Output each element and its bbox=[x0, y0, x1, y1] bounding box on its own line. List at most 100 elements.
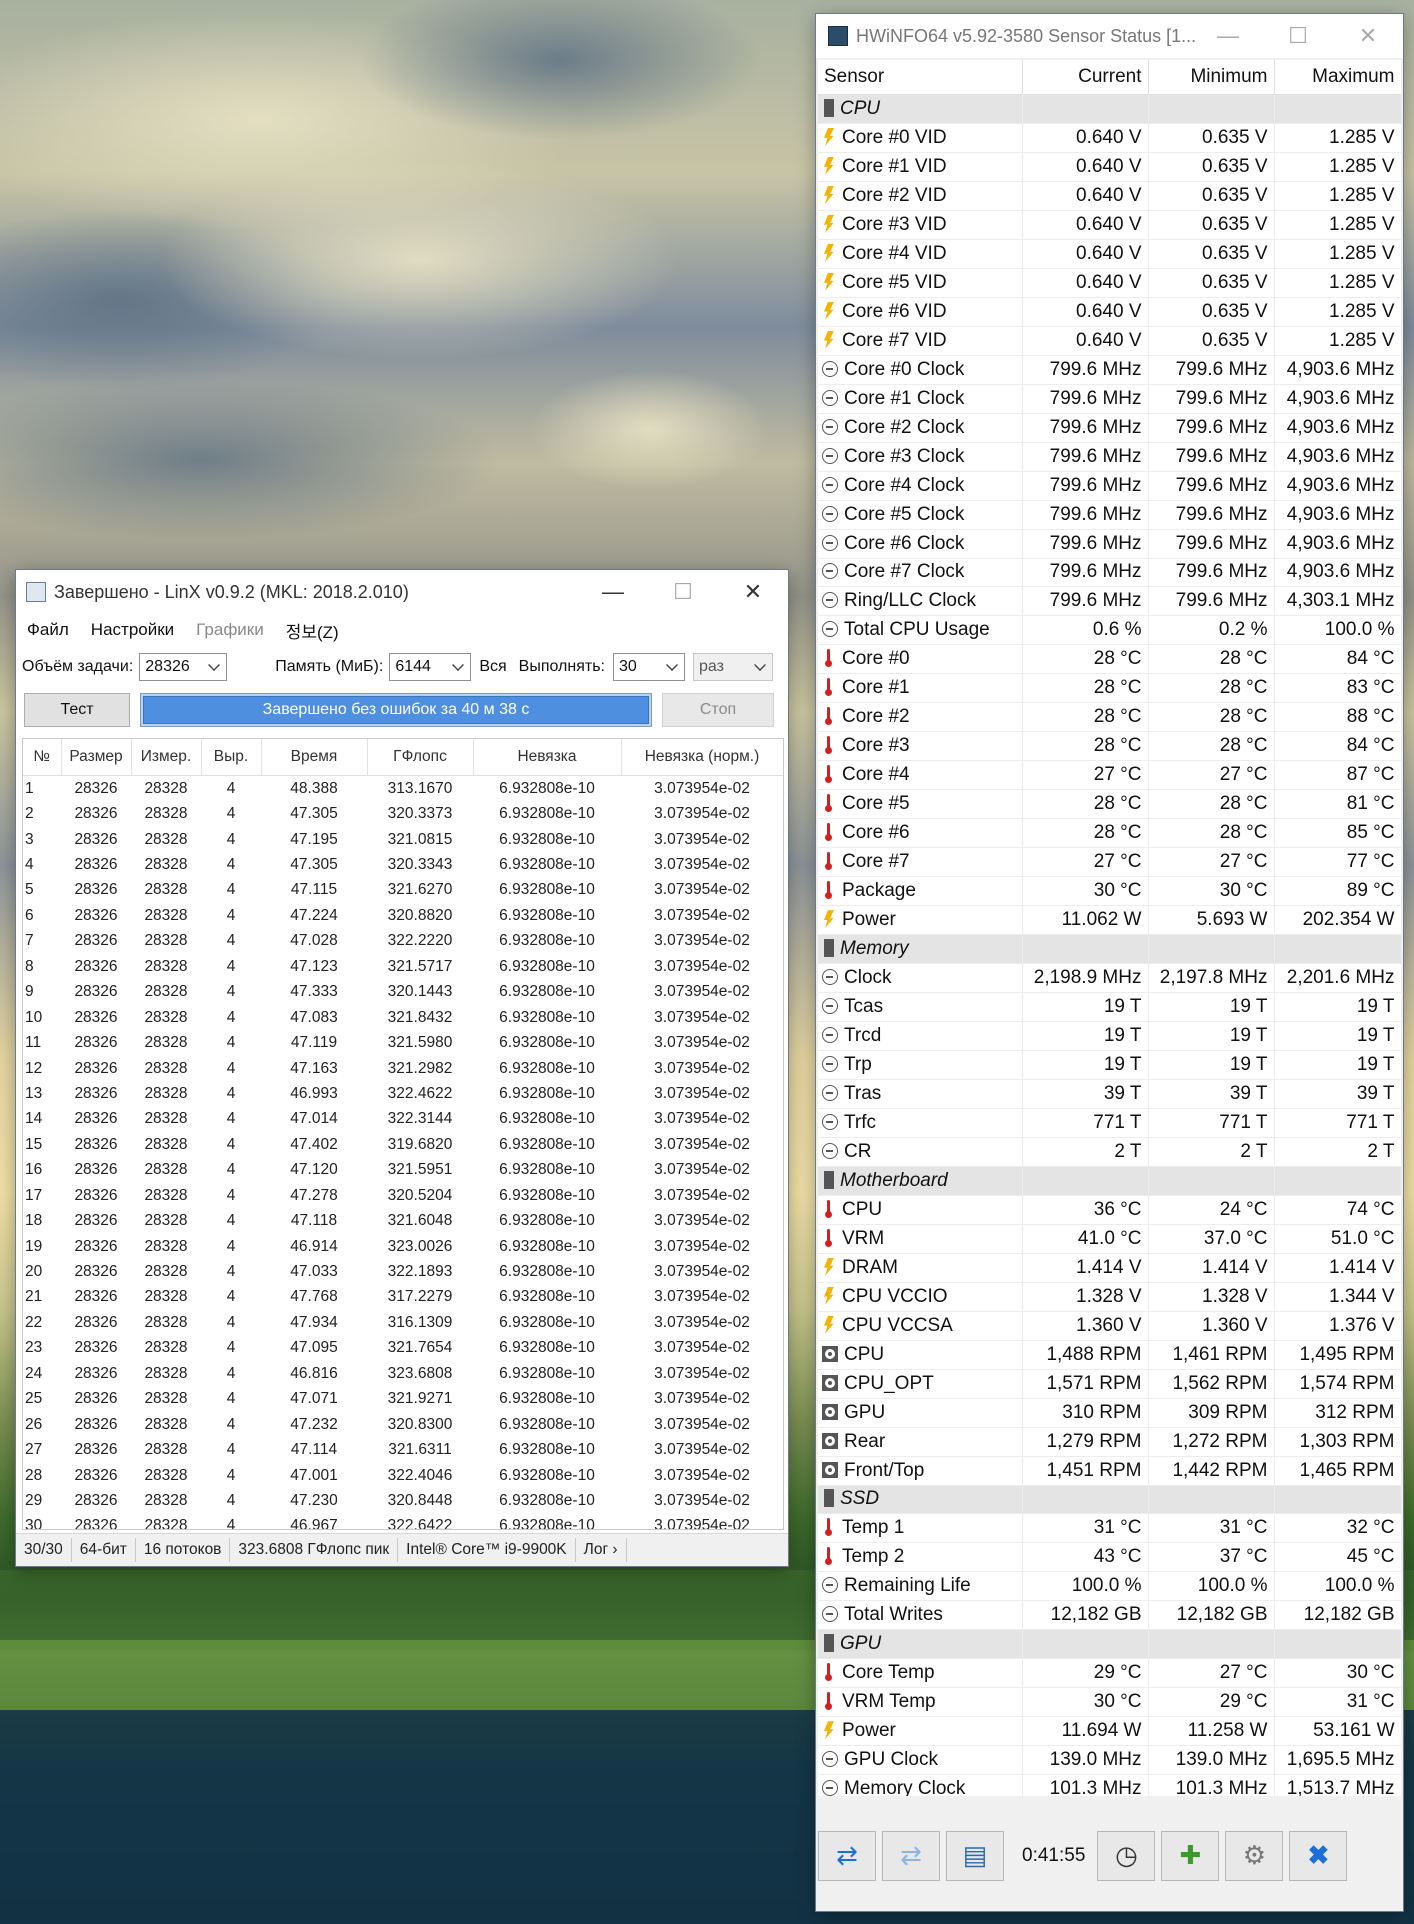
table-row[interactable]: 5 28326 28328 4 47.115 321.6270 6.932808e-10 3.… bbox=[23, 878, 783, 903]
table-row[interactable]: 2 28326 28328 4 47.305 320.3373 6.932808e-10 3.… bbox=[23, 801, 783, 826]
sensor-table[interactable]: Sensor Current Minimum Maximum CPU Core #… bbox=[818, 60, 1401, 1796]
close-x-icon[interactable]: ✖ bbox=[1289, 1830, 1348, 1881]
table-row[interactable]: 18 28326 28328 4 47.118 321.6048 6.932808e-10 3… bbox=[23, 1208, 783, 1233]
sensor-row[interactable]: Core #7 VID 0.640 V 0.635 V 1.285 V bbox=[818, 326, 1401, 356]
table-row[interactable]: 14 28326 28328 4 47.014 322.3144 6.932808e-10 3… bbox=[23, 1107, 783, 1132]
sensor-row[interactable]: Core #3 VID 0.640 V 0.635 V 1.285 V bbox=[818, 210, 1401, 240]
table-row[interactable]: 24 28326 28328 4 46.816 323.6808 6.932808e-10 3… bbox=[23, 1361, 783, 1386]
network-icon[interactable]: ▤ bbox=[946, 1830, 1004, 1881]
sensor-row[interactable]: Core #6 28 °C 28 °C 85 °C bbox=[818, 818, 1401, 849]
table-row[interactable]: 12 28326 28328 4 47.163 321.2982 6.932808e-10 3… bbox=[23, 1056, 783, 1081]
sensor-row[interactable]: Clock 2,198.9 MHz 2,197.8 MHz 2,201.6 MHz bbox=[818, 963, 1401, 994]
results-col-header[interactable]: Время bbox=[261, 739, 368, 776]
menu-graphs[interactable]: Графики bbox=[185, 620, 275, 640]
sensor-group-row[interactable]: Memory bbox=[818, 934, 1401, 965]
sensor-row[interactable]: VRM 41.0 °C 37.0 °C 51.0 °C bbox=[818, 1224, 1401, 1254]
table-row[interactable]: 13 28326 28328 4 46.993 322.4622 6.932808e-10 3… bbox=[23, 1081, 783, 1106]
sensor-row[interactable]: Core #3 Clock 799.6 MHz 799.6 MHz 4,903.6 M… bbox=[818, 442, 1401, 472]
table-row[interactable]: 29 28326 28328 4 47.230 320.8448 6.932808e-10 3… bbox=[23, 1488, 783, 1513]
results-col-header[interactable]: Невязка (норм.) bbox=[621, 739, 783, 776]
sensor-row[interactable]: CPU 1,488 RPM 1,461 RPM 1,495 RPM bbox=[818, 1340, 1401, 1370]
sensor-row[interactable]: Total CPU Usage 0.6 % 0.2 % 100.0 % bbox=[818, 615, 1401, 646]
table-row[interactable]: 23 28326 28328 4 47.095 321.7654 6.932808e-10 3… bbox=[23, 1336, 783, 1361]
settings-gear-icon[interactable]: ⚙ bbox=[1225, 1830, 1284, 1881]
add-report-icon[interactable]: ✚ bbox=[1161, 1830, 1220, 1881]
sensor-row[interactable]: CR 2 T2 T2 T bbox=[818, 1137, 1401, 1167]
table-row[interactable]: 26 28326 28328 4 47.232 320.8300 6.932808e-10 3… bbox=[23, 1412, 783, 1437]
table-row[interactable]: 11 28326 28328 4 47.119 321.5980 6.932808e-10 3… bbox=[23, 1030, 783, 1055]
sensor-row[interactable]: VRM Temp 30 °C 29 °C 31 °C bbox=[818, 1687, 1401, 1718]
test-button[interactable]: Тест bbox=[24, 693, 130, 727]
sensor-row[interactable]: Core #2 VID 0.640 V 0.635 V 1.285 V bbox=[818, 181, 1401, 211]
hwinfo-titlebar[interactable]: HWiNFO64 v5.92-3580 Sensor Status [1... … bbox=[816, 14, 1403, 58]
nav-arrows-disabled-icon[interactable]: ⇄ bbox=[882, 1830, 940, 1881]
runs-unit-combo[interactable]: раз bbox=[692, 653, 773, 681]
sensor-row[interactable]: Core #1 VID 0.640 V 0.635 V 1.285 V bbox=[818, 152, 1401, 182]
sensor-row[interactable]: Trp 19 T 19 T 19 T bbox=[818, 1050, 1401, 1080]
table-row[interactable]: 21 28326 28328 4 47.768 317.2279 6.932808e-10 3… bbox=[23, 1285, 783, 1310]
sensor-row[interactable]: Core #0 VID 0.640 V 0.635 V 1.285 V bbox=[818, 123, 1401, 153]
sensor-row[interactable]: Core #1 Clock 799.6 MHz 799.6 MHz 4,903.6 M… bbox=[818, 384, 1401, 414]
sensor-row[interactable]: Core #6 Clock 799.6 MHz 799.6 MHz 4,903.6 M… bbox=[818, 529, 1401, 559]
minimize-button[interactable]: — bbox=[578, 570, 648, 614]
sensor-row[interactable]: Core #5 28 °C 28 °C 81 °C bbox=[818, 789, 1401, 820]
sensor-row[interactable]: GPU 310 RPM 309 RPM 312 RPM bbox=[818, 1398, 1401, 1428]
all-memory-label[interactable]: Вся bbox=[479, 658, 506, 676]
menu-settings[interactable]: Настройки bbox=[80, 620, 185, 640]
sensor-row[interactable]: Core #0 Clock 799.6 MHz 799.6 MHz 4,903.6 M… bbox=[818, 355, 1401, 385]
sensor-row[interactable]: Power 11.062 W 5.693 W 202.354 W bbox=[818, 905, 1401, 936]
sensor-group-row[interactable]: SSD bbox=[818, 1485, 1401, 1515]
sensor-row[interactable]: Package 30 °C 30 °C 89 °C bbox=[818, 876, 1401, 907]
sensor-row[interactable]: Rear 1,279 RPM 1,272 RPM 1,303 RPM bbox=[818, 1427, 1401, 1457]
table-row[interactable]: 6 28326 28328 4 47.224 320.8820 6.932808e-10 3.… bbox=[23, 903, 783, 928]
sensor-row[interactable]: Power 11.694 W 11.258 W 53.161 W bbox=[818, 1716, 1401, 1747]
col-current[interactable]: Current bbox=[1022, 60, 1149, 95]
sensor-row[interactable]: CPU 36 °C 24 °C 74 °C bbox=[818, 1195, 1401, 1225]
table-row[interactable]: 19 28326 28328 4 46.914 323.0026 6.932808e-10 3… bbox=[23, 1234, 783, 1259]
col-sensor[interactable]: Sensor bbox=[818, 60, 1023, 95]
table-row[interactable]: 8 28326 28328 4 47.123 321.5717 6.932808e-10 3.… bbox=[23, 954, 783, 979]
sensor-row[interactable]: Core #7 Clock 799.6 MHz 799.6 MHz 4,903.6 M… bbox=[818, 558, 1401, 588]
col-maximum[interactable]: Maximum bbox=[1274, 60, 1401, 95]
sensor-row[interactable]: Core #4 VID 0.640 V 0.635 V 1.285 V bbox=[818, 239, 1401, 269]
sensor-row[interactable]: Temp 2 43 °C 37 °C 45 °C bbox=[818, 1542, 1401, 1573]
sensor-group-row[interactable]: Motherboard bbox=[818, 1166, 1401, 1196]
sensor-row[interactable]: Front/Top 1,451 RPM 1,442 RPM 1,465 RPM bbox=[818, 1456, 1401, 1486]
table-row[interactable]: 20 28326 28328 4 47.033 322.1893 6.932808e-10 3… bbox=[23, 1259, 783, 1284]
status-segment[interactable]: Лог › bbox=[576, 1538, 627, 1562]
maximize-button[interactable]: ☐ bbox=[648, 570, 718, 614]
sensor-row[interactable]: CPU VCCSA 1.360 V 1.360 V 1.376 V bbox=[818, 1311, 1401, 1341]
table-row[interactable]: 28 28326 28328 4 47.001 322.4046 6.932808e-10 3… bbox=[23, 1463, 783, 1488]
table-row[interactable]: 4 28326 28328 4 47.305 320.3343 6.932808e-10 3.… bbox=[23, 852, 783, 877]
nav-arrows-icon[interactable]: ⇄ bbox=[818, 1830, 876, 1881]
sensor-row[interactable]: Core #7 27 °C 27 °C 77 °C bbox=[818, 847, 1401, 878]
results-table[interactable]: № Размер Измер. Выр. Время ГФлопс Невязка Невяз… bbox=[22, 738, 784, 1530]
sensor-row[interactable]: Ring/LLC Clock 799.6 MHz 799.6 MHz 4,303.1 … bbox=[818, 586, 1401, 617]
sensor-row[interactable]: Tcas 19 T 19 T 19 T bbox=[818, 992, 1401, 1022]
sensor-row[interactable]: Core #2 28 °C 28 °C 88 °C bbox=[818, 702, 1401, 733]
sensor-row[interactable]: Core #5 Clock 799.6 MHz 799.6 MHz 4,903.6 M… bbox=[818, 500, 1401, 530]
sensor-row[interactable]: Core #1 28 °C 28 °C 83 °C bbox=[818, 673, 1401, 704]
table-row[interactable]: 9 28326 28328 4 47.333 320.1443 6.932808e-10 3.… bbox=[23, 980, 783, 1005]
sensor-row[interactable]: Core #4 Clock 799.6 MHz 799.6 MHz 4,903.6 M… bbox=[818, 471, 1401, 501]
results-col-header[interactable]: ГФлопс bbox=[367, 739, 474, 776]
sensor-row[interactable]: Core #5 VID 0.640 V 0.635 V 1.285 V bbox=[818, 268, 1401, 298]
sensor-row[interactable]: Core Temp 29 °C 27 °C 30 °C bbox=[818, 1658, 1401, 1689]
sensor-row[interactable]: CPU VCCIO 1.328 V 1.328 V 1.344 V bbox=[818, 1282, 1401, 1312]
sensor-row[interactable]: Core #2 Clock 799.6 MHz 799.6 MHz 4,903.6 M… bbox=[818, 413, 1401, 443]
col-minimum[interactable]: Minimum bbox=[1148, 60, 1275, 95]
sensor-row[interactable]: Total Writes 12,182 GB 12,182 GB 12,182 GB bbox=[818, 1600, 1401, 1631]
results-col-header[interactable]: Измер. bbox=[131, 739, 202, 776]
results-col-header[interactable]: Невязка bbox=[473, 739, 622, 776]
close-button[interactable]: ✕ bbox=[1333, 14, 1403, 58]
sensor-row[interactable]: CPU_OPT 1,571 RPM 1,562 RPM 1,574 RPM bbox=[818, 1369, 1401, 1399]
table-row[interactable]: 1 28326 28328 4 48.388 313.1670 6.932808e-10 3.… bbox=[23, 776, 783, 802]
sensor-row[interactable]: DRAM 1.414 V 1.414 V 1.414 V bbox=[818, 1253, 1401, 1283]
linx-titlebar[interactable]: Завершено - LinX v0.9.2 (MKL: 2018.2.010… bbox=[16, 570, 788, 614]
runs-combo[interactable]: 30 bbox=[612, 653, 685, 681]
table-row[interactable]: 15 28326 28328 4 47.402 319.6820 6.932808e-10 3… bbox=[23, 1132, 783, 1157]
sensor-row[interactable]: Core #6 VID 0.640 V 0.635 V 1.285 V bbox=[818, 297, 1401, 327]
sensor-row[interactable]: Remaining Life 100.0 % 100.0 % 100.0 % bbox=[818, 1571, 1401, 1602]
stop-button[interactable]: Стоп bbox=[662, 693, 774, 727]
maximize-button[interactable]: ☐ bbox=[1263, 14, 1333, 58]
